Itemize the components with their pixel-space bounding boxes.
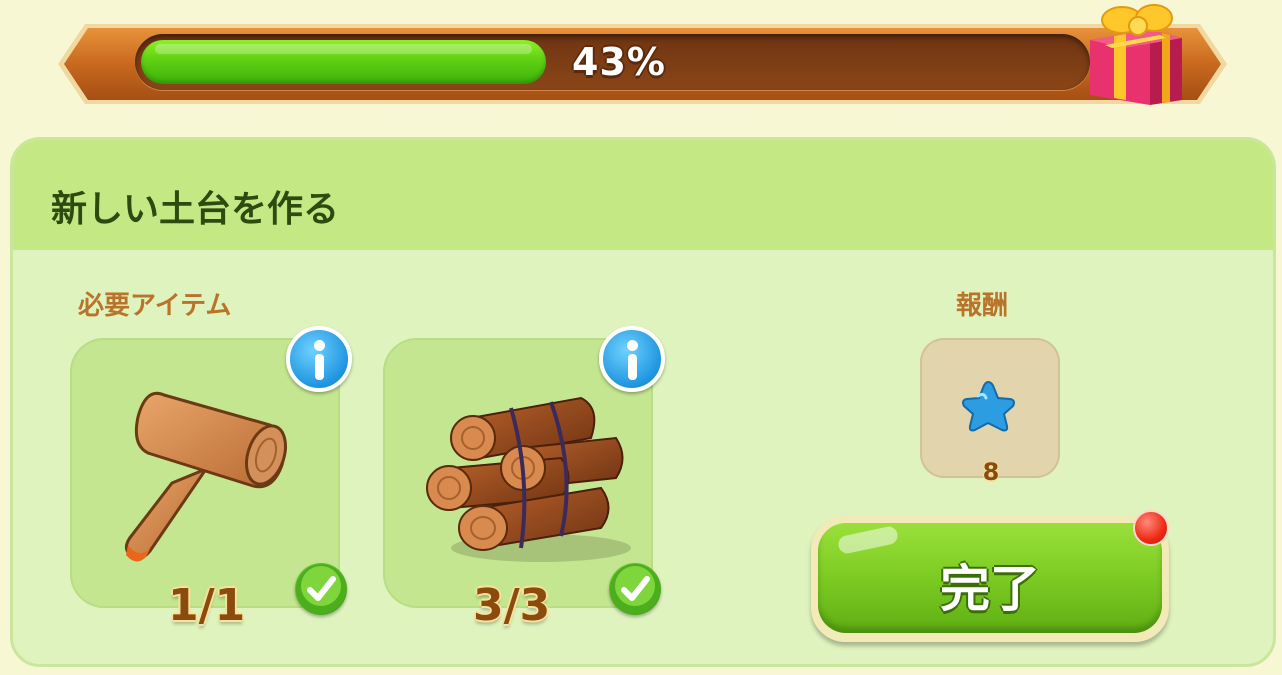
reward-amount: 8 <box>982 458 1000 486</box>
reward-box[interactable] <box>920 338 1060 478</box>
progress-bar-fill <box>141 40 546 84</box>
blue-star-icon <box>962 380 1015 432</box>
complete-button[interactable]: 完了 <box>811 516 1169 642</box>
checkmark-icon <box>609 563 661 615</box>
quest-title: 新しい土台を作る <box>51 189 340 230</box>
progress-percent: 43% <box>572 40 666 84</box>
wooden-mallet-icon <box>125 391 287 562</box>
info-icon-dot <box>314 340 325 351</box>
complete-button-face: 完了 <box>818 523 1162 633</box>
item-count-mallet: 1/1 <box>168 580 246 631</box>
notification-dot-icon <box>1133 510 1169 546</box>
reward-label: 報酬 <box>956 291 1009 321</box>
info-icon-dot <box>627 340 638 351</box>
required-items-label: 必要アイテム <box>78 291 232 321</box>
quest-screen: 43% 新しい土台を作る 必要アイテム 報酬 1/1 3/3 8 完了 <box>0 0 1282 675</box>
lumber-bundle-icon <box>426 396 631 562</box>
info-button-mallet[interactable] <box>286 326 352 392</box>
info-icon-bar <box>315 354 324 380</box>
gift-box-icon[interactable] <box>1080 0 1190 112</box>
complete-button-label: 完了 <box>940 560 1040 618</box>
info-icon-bar <box>628 354 637 380</box>
checkmark-icon <box>295 563 347 615</box>
quest-panel: 新しい土台を作る 必要アイテム 報酬 1/1 3/3 8 完了 <box>10 137 1276 667</box>
info-button-lumber[interactable] <box>599 326 665 392</box>
item-count-lumber: 3/3 <box>473 580 551 631</box>
